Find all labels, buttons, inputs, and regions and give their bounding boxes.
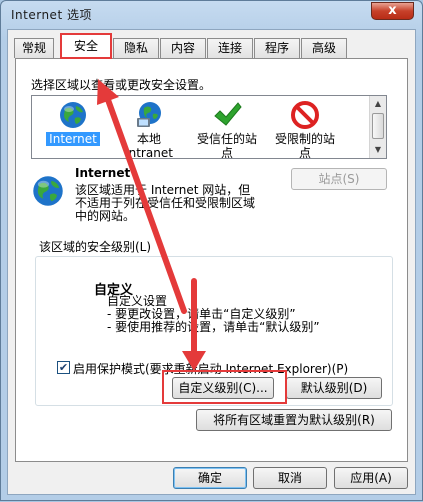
tab-connections[interactable]: 连接 [207,38,253,58]
tab-content[interactable]: 内容 [160,38,206,58]
zone-label-trusted-sites: 受信任的站 点 [196,132,257,159]
zone-trusted-sites[interactable]: 受信任的站 点 [184,100,270,159]
title-bar[interactable]: Internet 选项 x [1,1,422,25]
reset-all-zones-button[interactable]: 将所有区域重置为默认级别(R) [196,409,392,431]
zone-description-line: 中的网站。 [75,209,136,223]
default-level-button[interactable]: 默认级别(D) [286,377,382,399]
zone-label-internet: Internet [46,132,100,146]
local-intranet-icon [137,102,161,127]
custom-level-description: 自定义设置 - 要更改设置，请单击“自定义级别” - 要使用推荐的设置，请单击“… [107,295,320,334]
apply-button[interactable]: 应用(A) [334,467,408,489]
scroll-down-arrow[interactable]: ▼ [370,142,386,158]
zone-title: Internet [75,166,131,180]
zone-description: 该区域适用于 Internet 网站，但 不适用于列在受信任和受限制区域 中的网… [75,184,255,223]
sites-button[interactable]: 站点(S) [291,168,387,190]
internet-options-window: Internet 选项 x 常规 安全 隐私 内容 连接 程序 高级 选择区域以… [0,0,423,501]
scroll-thumb[interactable] [372,113,384,139]
zone-local-intranet[interactable]: 本地 Intranet [106,100,192,159]
zone-instruction: 选择区域以查看或更改安全设置。 [31,78,212,92]
check-icon [214,102,242,126]
tab-general[interactable]: 常规 [14,38,54,58]
security-level-label: 该区域的安全级别(L) [39,240,152,254]
scroll-up-arrow[interactable]: ▲ [370,96,386,112]
custom-desc-line: - 要使用推荐的设置，请单击“默认级别” [107,320,320,334]
zone-internet[interactable]: Internet [32,100,116,146]
window-title: Internet 选项 [11,8,92,22]
ok-button[interactable]: 确定 [173,467,247,489]
zone-label-restricted-sites: 受限制的站 点 [274,132,335,159]
zone-restricted-sites[interactable]: 受限制的站 点 [262,100,348,159]
globe-icon [60,102,86,128]
cancel-button[interactable]: 取消 [253,467,327,489]
tab-security[interactable]: 安全 [60,33,112,59]
zones-scrollbar[interactable]: ▲ ▼ [369,96,386,158]
tab-advanced[interactable]: 高级 [301,38,347,58]
tab-privacy[interactable]: 隐私 [113,38,159,58]
zone-label-local-intranet: 本地 Intranet [125,132,173,159]
zones-list[interactable]: Internet 本地 Intranet 受信任的站 点 受限制的站 点 ▲ ▼ [31,95,387,159]
protected-mode-label[interactable]: 启用保护模式(要求重新启动 Internet Explorer)(P) [73,360,348,377]
close-button[interactable]: x [371,2,414,20]
custom-level-button[interactable]: 自定义级别(C)... [172,377,274,399]
tab-programs[interactable]: 程序 [254,38,300,58]
protected-mode-checkbox[interactable]: ✔ [57,361,70,374]
restricted-icon [291,101,319,129]
globe-icon [33,176,63,206]
